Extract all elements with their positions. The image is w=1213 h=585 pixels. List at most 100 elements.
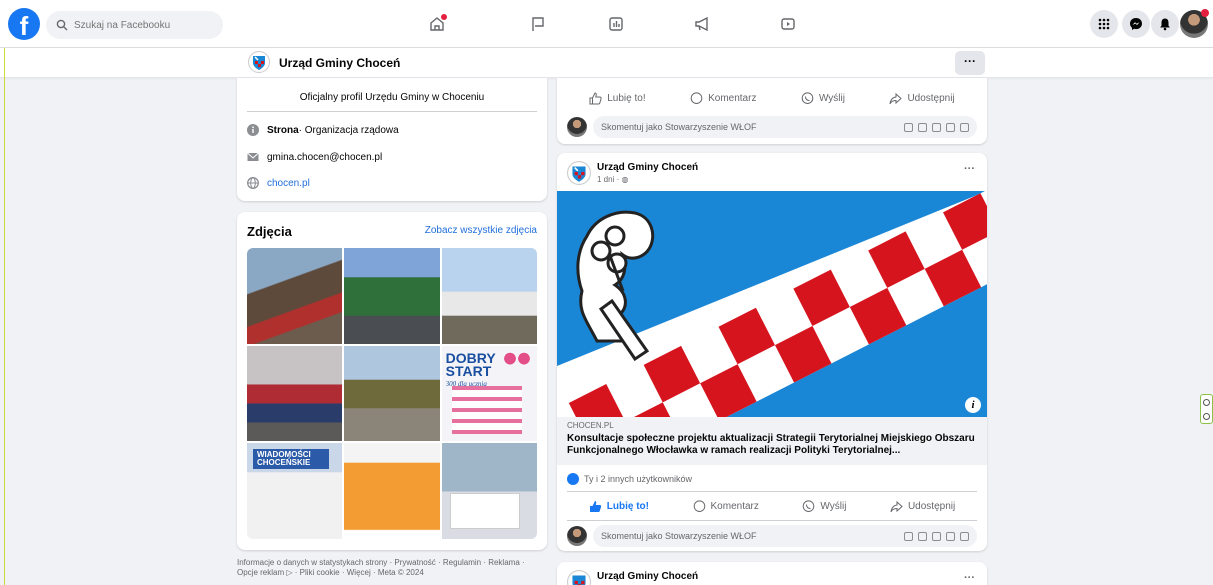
send-button[interactable]: Wyślij [801,91,845,105]
link-preview-image[interactable]: i [557,191,987,417]
camera-icon[interactable] [932,531,941,541]
photo-thumbnail[interactable]: WIADOMOŚCI CHOCEŃSKIE [247,443,343,539]
floating-widget[interactable] [1200,394,1213,424]
chocen-flag-image [557,191,987,417]
page-crest-icon[interactable] [248,51,270,73]
messenger-button[interactable] [1122,10,1150,38]
comment-input[interactable]: Skomentuj jako Stowarzyszenie WŁOF [593,525,977,547]
share-button[interactable]: Udostępnij [889,92,955,105]
photo-thumbnail[interactable] [344,248,440,344]
facebook-logo-icon[interactable]: f [8,8,40,40]
commenter-avatar [567,526,587,546]
post-author[interactable]: Urząd Gminy Choceń [597,571,698,582]
author-crest-icon[interactable] [567,570,591,585]
children-figure-icon [503,351,531,374]
photo-grid: DOBRY START 300 dla ucznia WIADOMOŚCI CH… [247,248,537,539]
profile-avatar[interactable] [1180,9,1209,38]
link-preview-meta[interactable]: CHOCEN.PL Konsultacje społeczne projektu… [557,417,987,465]
page-name[interactable]: Urząd Gminy Choceń [279,56,400,70]
emoji-icon[interactable] [918,122,927,132]
pages-nav-button[interactable] [526,12,550,36]
search-box[interactable] [46,11,223,39]
video-nav-button[interactable] [776,12,800,36]
footer-links[interactable]: Informacje o danych w statystykach stron… [237,558,547,578]
like-button[interactable]: Lubię to! [589,500,649,513]
search-icon [56,19,68,31]
post-options-button[interactable]: ··· [964,163,975,175]
home-nav-button[interactable] [425,12,449,36]
thumbs-up-icon [589,500,601,512]
comment-icon [690,91,703,104]
photo-thumbnail[interactable] [441,248,537,344]
page-more-button[interactable]: ··· [955,51,985,75]
post-card: Urząd Gminy Choceń 1 dni · ◍ ··· i CHOCE… [557,153,987,551]
like-button[interactable]: Lubię to! [589,91,646,105]
notification-dot [1201,9,1209,17]
photo-thumbnail[interactable] [441,443,537,539]
email-icon [247,152,259,161]
divider [567,520,977,521]
comment-icon [693,499,705,512]
commenter-avatar [567,117,587,137]
post-card: Urząd Gminy Choceń ··· [557,562,987,585]
comment-input[interactable]: Skomentuj jako Stowarzyszenie WŁOF [593,116,977,138]
dashboard-icon [609,17,623,31]
search-input[interactable] [74,19,214,31]
reactions-text: Ty i 2 innych użytkowników [584,474,693,484]
photo-thumbnail[interactable] [344,345,440,442]
sticker-icon[interactable] [904,531,913,541]
photo-thumbnail[interactable] [344,443,440,539]
share-button[interactable]: Udostępnij [890,500,955,513]
edge-line [4,48,5,585]
gif-icon[interactable] [946,122,955,132]
notifications-button[interactable] [1151,10,1179,38]
emoji-icon[interactable] [918,531,927,541]
see-all-photos-link[interactable]: Zobacz wszystkie zdjęcia [425,225,537,236]
divider [567,491,977,492]
comment-composer: Skomentuj jako Stowarzyszenie WŁOF [567,524,977,548]
globe-icon [247,177,259,189]
post-author[interactable]: Urząd Gminy Choceń [597,162,698,173]
whatsapp-icon [801,91,814,104]
top-navigation-bar: f [0,0,1213,48]
comment-label: Komentarz [710,500,759,512]
divider [247,111,537,112]
avatar-sticker-icon[interactable] [960,122,969,132]
send-button[interactable]: Wyślij [802,499,847,513]
photo-thumbnail[interactable] [247,345,343,442]
gif-icon[interactable] [946,531,955,541]
comment-tools [904,122,969,132]
post-timestamp[interactable]: 1 dni · ◍ [597,175,628,184]
photo-graphic [451,385,522,434]
camera-icon[interactable] [932,122,941,132]
globe-icon: ◍ [621,175,629,184]
sticker-icon[interactable] [904,122,913,132]
reactions-summary[interactable]: Ty i 2 innych użytkowników [567,473,692,485]
send-label: Wyślij [818,92,845,104]
avatar-sticker-icon[interactable] [960,531,969,541]
whatsapp-icon [803,499,815,512]
website-link[interactable]: chocen.pl [267,178,310,189]
dashboard-nav-button[interactable] [604,12,628,36]
comment-button[interactable]: Komentarz [690,91,756,105]
post-time: 1 dni · [597,175,622,184]
menu-button[interactable] [1090,10,1118,38]
author-crest-icon[interactable] [567,161,591,185]
like-label: Lubię to! [607,92,646,104]
website-row[interactable]: chocen.pl [247,177,310,189]
like-reaction-icon [567,473,579,485]
comment-placeholder: Skomentuj jako Stowarzyszenie WŁOF [601,122,757,132]
photo-thumbnail[interactable] [247,248,343,344]
messenger-icon [1130,18,1142,30]
photo-thumbnail[interactable]: DOBRY START 300 dla ucznia [441,345,537,442]
photos-card: Zdjęcia Zobacz wszystkie zdjęcia DOBRY S… [237,212,547,550]
info-icon[interactable]: i [965,397,981,413]
post-options-button[interactable]: ··· [964,572,975,584]
share-label: Udostępnij [907,92,955,104]
link-domain: CHOCEN.PL [567,421,614,430]
send-label: Wyślij [820,500,847,512]
post-actions: Lubię to! Komentarz Wyślij Udostępnij [567,493,977,519]
ads-nav-button[interactable] [690,12,714,36]
comment-button[interactable]: Komentarz [693,499,759,513]
photos-heading: Zdjęcia [247,224,292,239]
